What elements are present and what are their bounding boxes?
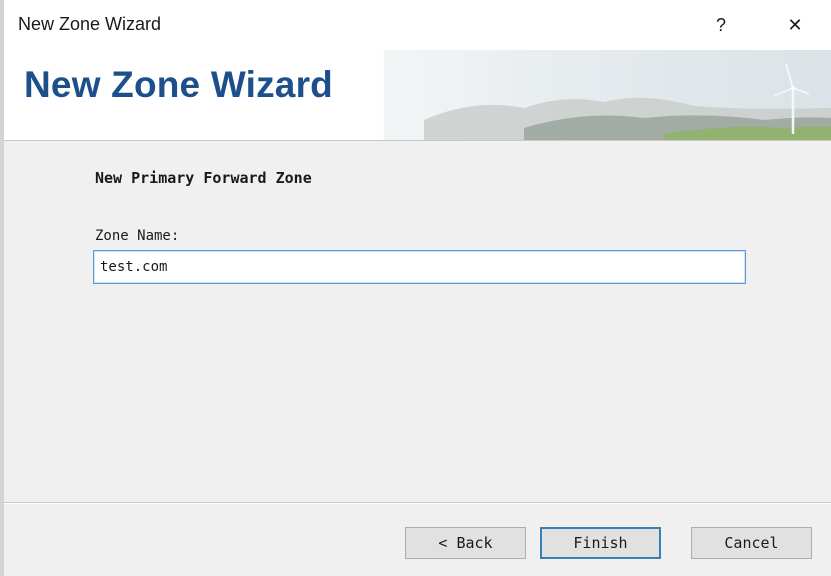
zone-name-label: Zone Name:: [95, 228, 180, 244]
page-heading: New Primary Forward Zone: [95, 169, 312, 187]
help-button[interactable]: ?: [698, 8, 744, 42]
help-icon: ?: [715, 14, 726, 35]
wizard-banner: New Zone Wizard: [4, 50, 831, 141]
window-title: New Zone Wizard: [18, 14, 162, 34]
banner-title: New Zone Wizard: [24, 64, 333, 105]
new-zone-wizard-dialog: New Zone Wizard ? ✕ New Zone Wizard New …: [0, 0, 831, 576]
footer-separator: [4, 502, 831, 504]
close-button[interactable]: ✕: [772, 8, 818, 42]
back-button[interactable]: < Back: [405, 527, 526, 559]
cancel-button[interactable]: Cancel: [691, 527, 812, 559]
zone-name-input[interactable]: [93, 250, 746, 284]
wizard-content: New Primary Forward Zone Zone Name:: [4, 141, 831, 501]
close-icon: ✕: [787, 14, 803, 35]
finish-button[interactable]: Finish: [540, 527, 661, 559]
title-bar: New Zone Wizard ? ✕: [4, 0, 831, 50]
